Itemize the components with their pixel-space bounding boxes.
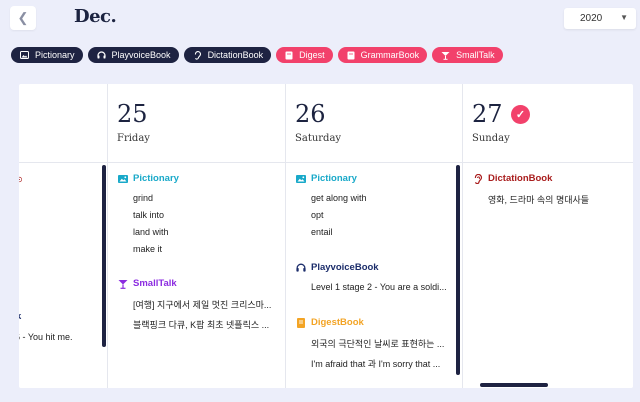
day-header: 27 ✓ Sunday [463, 84, 633, 163]
section-pictionary: Pictionary grind talk into land with mak… [117, 173, 179, 254]
day-header-prev [19, 84, 107, 163]
partial-heading: k [19, 311, 21, 322]
list-item[interactable]: entail [295, 227, 367, 237]
cocktail-icon [117, 279, 128, 289]
section-title[interactable]: DigestBook [295, 317, 455, 328]
ear-icon [193, 50, 202, 60]
filter-chip-label: Pictionary [35, 50, 75, 60]
filter-chip-label: SmallTalk [456, 50, 495, 60]
day-header: 25 Friday [108, 84, 285, 163]
image-icon [20, 51, 29, 59]
section-title[interactable]: Pictionary [117, 173, 179, 184]
back-button[interactable]: ❮ [10, 6, 36, 30]
day-column-27[interactable]: 27 ✓ Sunday DictationBook 영화, 드라마 속의 명대사… [463, 84, 633, 388]
list-item[interactable]: grind [117, 193, 179, 203]
filter-chip-dictationbook[interactable]: DictationBook [183, 47, 272, 63]
filter-chip-playvoicebook[interactable]: PlayvoiceBook [87, 47, 179, 63]
list-item[interactable]: get along with [295, 193, 367, 203]
day-column-25[interactable]: 25 Friday Pictionary grind talk into lan… [108, 84, 286, 388]
section-smalltalk: SmallTalk [여행] 지구에서 제일 멋진 크리스마... 블랙핑크 다… [117, 278, 281, 331]
ear-icon [472, 173, 483, 184]
section-title[interactable]: PlayvoiceBook [295, 262, 455, 273]
headphones-icon [295, 263, 306, 272]
check-circle-icon: ✓ [511, 105, 530, 124]
section-title[interactable]: DictationBook [472, 173, 589, 184]
list-item[interactable]: opt [295, 210, 367, 220]
section-title[interactable]: SmallTalk [117, 278, 281, 289]
list-item[interactable]: make it [117, 244, 179, 254]
filter-chip-label: DictationBook [207, 50, 264, 60]
section-playvoicebook: PlayvoiceBook Level 1 stage 2 - You are … [295, 262, 455, 292]
day-number: 27 [472, 100, 503, 128]
book-icon [347, 51, 355, 60]
book-icon [295, 317, 306, 328]
day-column-prev: ⊙ k 6 - You hit me. [19, 84, 108, 388]
day-name: Saturday [295, 133, 342, 144]
horizontal-scrollbar[interactable] [480, 383, 548, 387]
day-name: Friday [117, 133, 150, 144]
list-item[interactable]: 외국의 극단적인 날씨로 표현하는 ... [295, 337, 455, 350]
list-item[interactable]: land with [117, 227, 179, 237]
list-item[interactable]: Level 1 stage 2 - You are a soldi... [295, 282, 455, 292]
filter-chip-label: PlayvoiceBook [111, 50, 171, 60]
list-item[interactable]: talk into [117, 210, 179, 220]
image-icon [117, 174, 128, 183]
list-item[interactable]: 블랙핑크 다큐, K팝 최초 넷플릭스 ... [117, 318, 281, 331]
filter-chips: Pictionary PlayvoiceBook DictationBook D… [11, 47, 503, 63]
section-digestbook: DigestBook 외국의 극단적인 날씨로 표현하는 ... I'm afr… [295, 317, 455, 370]
filter-chip-digest[interactable]: Digest [276, 47, 333, 63]
day-number: 26 [295, 100, 326, 128]
section-dictationbook: DictationBook 영화, 드라마 속의 명대사들 [472, 173, 589, 206]
filter-chip-label: Digest [299, 50, 325, 60]
chevron-down-icon: ▼ [620, 13, 628, 22]
section-title[interactable]: Pictionary [295, 173, 367, 184]
column-scrollbar[interactable] [102, 165, 106, 347]
year-value: 2020 [580, 13, 603, 24]
cocktail-icon [441, 51, 450, 60]
filter-chip-grammarbook[interactable]: GrammarBook [337, 47, 428, 63]
chevron-left-icon: ❮ [17, 10, 29, 25]
list-item[interactable]: I'm afraid that 과 I'm sorry that ... [295, 357, 455, 370]
list-item[interactable]: 영화, 드라마 속의 명대사들 [472, 193, 589, 206]
column-scrollbar[interactable] [456, 165, 460, 375]
calendar-week-view: ⊙ k 6 - You hit me. 25 Friday Pictionary… [19, 84, 633, 388]
day-number: 25 [117, 100, 148, 128]
year-select[interactable]: 2020 ▼ [564, 8, 636, 29]
partial-item: 6 - You hit me. [19, 332, 73, 342]
headphones-icon [96, 51, 106, 59]
list-item[interactable]: [여행] 지구에서 제일 멋진 크리스마... [117, 298, 281, 311]
book-icon [285, 51, 293, 60]
filter-chip-label: GrammarBook [360, 50, 420, 60]
filter-chip-pictionary[interactable]: Pictionary [11, 47, 83, 63]
month-title: Dec. [74, 6, 117, 27]
day-name: Sunday [472, 133, 510, 144]
day-header: 26 Saturday [286, 84, 462, 163]
partial-icon: ⊙ [19, 175, 23, 184]
image-icon [295, 174, 306, 183]
filter-chip-smalltalk[interactable]: SmallTalk [432, 47, 503, 63]
section-pictionary: Pictionary get along with opt entail [295, 173, 367, 237]
day-column-26[interactable]: 26 Saturday Pictionary get along with op… [286, 84, 463, 388]
